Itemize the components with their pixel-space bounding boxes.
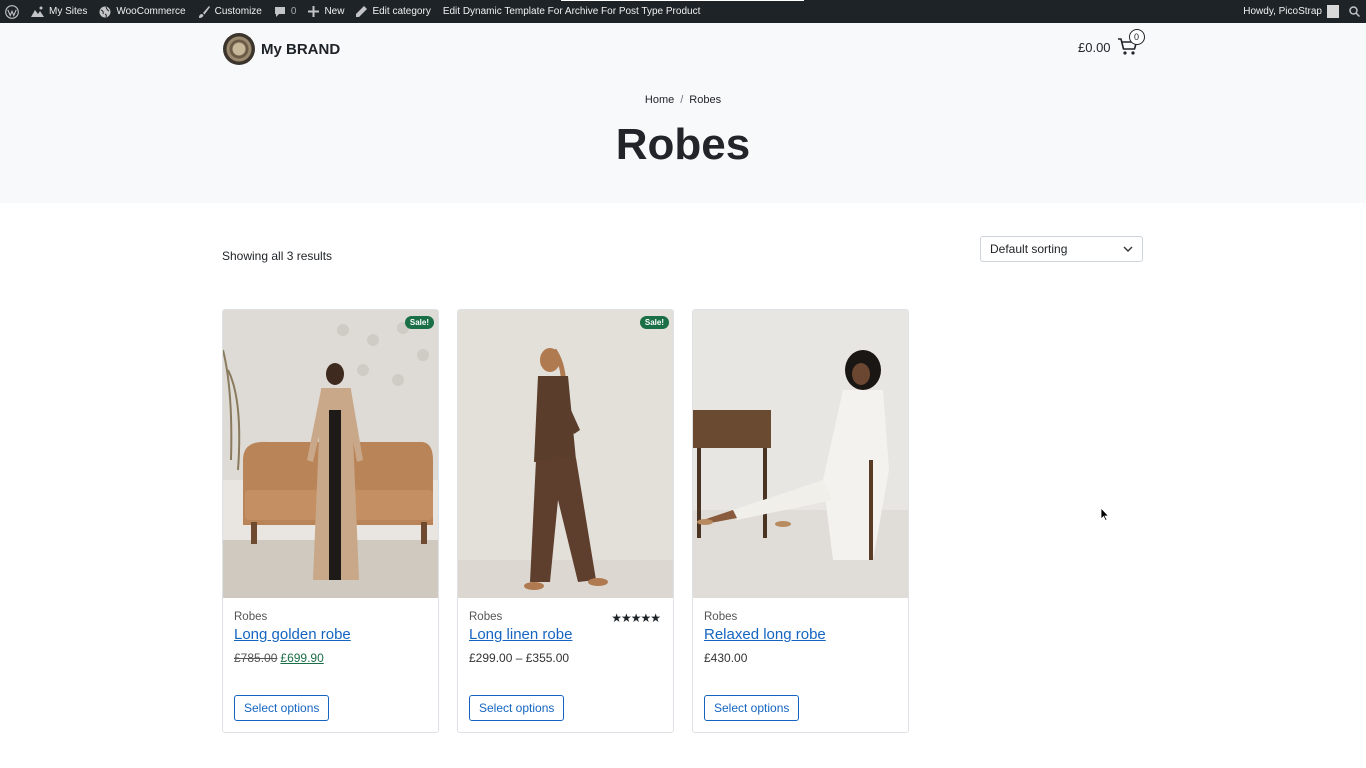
howdy-label: Howdy, PicoStrap (1243, 6, 1322, 17)
breadcrumb-current: Robes (689, 94, 722, 106)
star-rating: ★★★★★ (611, 611, 661, 625)
cart-link[interactable]: £0.00 0 (1078, 29, 1145, 59)
select-options-button[interactable]: Select options (469, 695, 565, 721)
avatar (1327, 5, 1339, 18)
product-image-link[interactable] (693, 310, 908, 598)
breadcrumb: Home / Robes (0, 94, 1366, 106)
loading-indicator (561, 0, 804, 1)
product-card: Robes Relaxed long robe £430.00 Select o… (692, 309, 909, 733)
product-image (223, 310, 438, 598)
customize-link[interactable]: Customize (192, 0, 268, 23)
product-title-link[interactable]: Long linen robe (469, 626, 572, 643)
product-price: £299.00 – £355.00 (469, 651, 570, 665)
product-card: Sale! Robes ★★★★★ Long linen robe £299.0… (457, 309, 674, 733)
wordpress-logo-button[interactable] (0, 0, 25, 23)
search-icon (1349, 6, 1360, 17)
brand-logo-icon (223, 33, 255, 65)
globe-icon (99, 6, 111, 17)
woocommerce-label: WooCommerce (116, 6, 186, 17)
product-image-link[interactable]: Sale! (223, 310, 438, 598)
sites-icon (31, 6, 44, 17)
cart-icon: 0 (1117, 29, 1145, 59)
product-title-link[interactable]: Long golden robe (234, 626, 351, 643)
product-card: Sale! Robes Long golden robe £785.00 £699… (222, 309, 439, 733)
product-image (458, 310, 673, 598)
brand-name: My BRAND (261, 40, 341, 58)
pencil-icon (356, 6, 368, 17)
page-header: My BRAND £0.00 0 Home / Robes Robes (0, 23, 1366, 203)
my-sites-label: My Sites (49, 6, 88, 17)
product-image (693, 310, 908, 598)
woocommerce-menu[interactable]: WooCommerce (93, 0, 191, 23)
cart-total: £0.00 (1078, 39, 1111, 55)
admin-search-button[interactable] (1343, 0, 1366, 23)
plus-icon (308, 6, 320, 17)
edit-template-label: Edit Dynamic Template For Archive For Po… (442, 6, 701, 17)
edit-category-label: Edit category (372, 6, 431, 17)
cart-count-badge: 0 (1128, 29, 1145, 45)
select-options-button[interactable]: Select options (704, 695, 800, 721)
comments-count: 0 (290, 6, 297, 17)
product-image-link[interactable]: Sale! (458, 310, 673, 598)
sale-price: £699.90 (280, 651, 324, 665)
comments-link[interactable]: 0 (268, 0, 303, 23)
paintbrush-icon (198, 5, 210, 18)
breadcrumb-home-link[interactable]: Home (645, 94, 674, 106)
brand-logo-link[interactable]: My BRAND (223, 33, 340, 65)
account-menu[interactable]: Howdy, PicoStrap (1237, 0, 1343, 23)
new-label: New (324, 6, 345, 17)
chevron-down-icon (1123, 246, 1133, 252)
select-options-button[interactable]: Select options (234, 695, 330, 721)
product-title-link[interactable]: Relaxed long robe (704, 626, 826, 643)
comment-icon (274, 6, 285, 17)
breadcrumb-separator: / (680, 94, 684, 106)
product-price: £785.00 £699.90 (234, 651, 324, 665)
wordpress-icon (5, 4, 19, 19)
admin-bar: My Sites WooCommerce Customize 0 New Edi… (0, 0, 1366, 23)
product-category: Robes (704, 611, 738, 623)
sorting-selected-value: Default sorting (990, 242, 1068, 256)
edit-template-link[interactable]: Edit Dynamic Template For Archive For Po… (437, 0, 707, 23)
new-content-menu[interactable]: New (302, 0, 350, 23)
sale-badge: Sale! (404, 316, 434, 329)
sale-badge: Sale! (639, 316, 669, 329)
my-sites-menu[interactable]: My Sites (25, 0, 93, 23)
sorting-select[interactable]: Default sorting (980, 236, 1143, 262)
product-category: Robes (234, 611, 268, 623)
mouse-cursor-icon (1100, 507, 1110, 521)
product-price: £430.00 (704, 651, 748, 665)
product-category: Robes (469, 611, 503, 623)
edit-category-link[interactable]: Edit category (350, 0, 436, 23)
page-title: Robes (615, 120, 751, 169)
customize-label: Customize (214, 6, 262, 17)
regular-price: £785.00 (234, 651, 278, 665)
result-count: Showing all 3 results (222, 249, 333, 263)
